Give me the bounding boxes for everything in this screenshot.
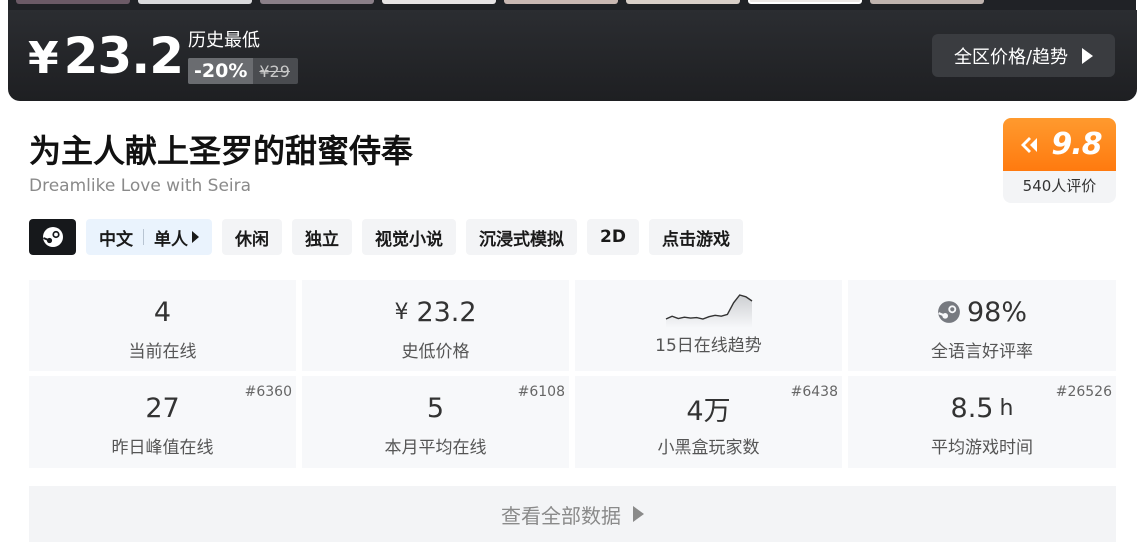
stat-label: 当前在线 xyxy=(128,342,197,362)
stat-label: 小黑盒玩家数 xyxy=(657,438,760,458)
arrow-right-icon xyxy=(633,506,644,522)
stat-lowest-price[interactable]: ¥23.2 史低价格 xyxy=(302,280,569,371)
tag-clicker[interactable]: 点击游戏 xyxy=(648,219,743,255)
stat-value: 5 xyxy=(426,392,445,424)
tag-indie[interactable]: 独立 xyxy=(292,219,352,255)
stat-online-now[interactable]: 4 当前在线 xyxy=(29,280,296,371)
tag-list: 中文 单人 休闲 独立 视觉小说 沉浸式模拟 2D 点击游戏 xyxy=(29,219,743,255)
thumbnail[interactable] xyxy=(504,0,618,4)
stat-online-trend[interactable]: 15日在线趋势 xyxy=(575,280,842,371)
thumbnail[interactable] xyxy=(626,0,740,4)
arrow-right-icon xyxy=(1082,47,1094,64)
score-header: 9.8 xyxy=(1003,118,1116,171)
steam-platform-tag[interactable] xyxy=(29,219,76,255)
stat-label: 平均游戏时间 xyxy=(931,438,1033,458)
game-title: 为主人献上圣罗的甜蜜侍奉 xyxy=(29,132,414,170)
region-price-trend-label: 全区价格/趋势 xyxy=(953,46,1069,68)
stat-avg-playtime[interactable]: #26526 8.5 h 平均游戏时间 xyxy=(848,376,1116,468)
score-review-count: 540人评价 xyxy=(1022,177,1097,195)
heybox-logo-icon xyxy=(1021,136,1038,153)
stat-value: 98% xyxy=(937,296,1027,328)
tag-2d[interactable]: 2D xyxy=(587,219,639,255)
view-all-data-label: 查看全部数据 xyxy=(501,503,621,528)
stat-value: 8.5 h xyxy=(950,392,1014,424)
steam-icon xyxy=(938,301,960,323)
stat-label: 全语言好评率 xyxy=(931,342,1033,362)
stat-label: 15日在线趋势 xyxy=(655,336,762,356)
thumbnail[interactable] xyxy=(138,0,252,4)
divider xyxy=(143,229,144,245)
score-value: 9.8 xyxy=(1051,127,1102,162)
thumbnail[interactable] xyxy=(260,0,374,4)
thumbnail-selected[interactable] xyxy=(748,0,862,4)
stat-value: 4 xyxy=(153,296,172,328)
region-price-trend-button[interactable]: 全区价格/趋势 xyxy=(932,34,1115,77)
price-banner: ¥23.2 历史最低 -20% ¥29 全区价格/趋势 xyxy=(8,10,1137,101)
player-mode-label: 单人 xyxy=(154,229,188,250)
stat-value: 4万 xyxy=(686,395,731,427)
thumbnail[interactable] xyxy=(16,0,130,4)
stat-peak-yesterday[interactable]: #6360 27 昨日峰值在线 xyxy=(29,376,296,468)
score-card[interactable]: 9.8 540人评价 xyxy=(1003,118,1116,203)
stat-rating[interactable]: 98% 全语言好评率 xyxy=(848,280,1116,371)
tag-immersive-sim[interactable]: 沉浸式模拟 xyxy=(466,219,577,255)
online-trend-sparkline xyxy=(665,294,752,328)
stat-value: ¥23.2 xyxy=(394,296,477,328)
discount-badge: -20% ¥29 xyxy=(188,58,298,84)
view-all-data-button[interactable]: 查看全部数据 xyxy=(29,486,1116,542)
tag-visual-novel[interactable]: 视觉小说 xyxy=(362,219,456,255)
language-player-tag[interactable]: 中文 单人 xyxy=(86,219,212,255)
caret-right-icon xyxy=(192,231,199,243)
stat-label: 昨日峰值在线 xyxy=(111,438,214,458)
original-price: ¥29 xyxy=(259,61,290,81)
rank-badge: #6108 xyxy=(517,384,565,400)
tag-casual[interactable]: 休闲 xyxy=(222,219,282,255)
stat-value: 27 xyxy=(145,392,180,424)
discount-percent: -20% xyxy=(188,58,254,84)
rank-badge: #26526 xyxy=(1055,384,1112,400)
thumbnail[interactable] xyxy=(382,0,496,4)
stats-grid: 4 当前在线 ¥23.2 史低价格 15日在线趋势 98% 全语言好评率 #63… xyxy=(29,280,1116,468)
current-price: ¥23.2 xyxy=(28,27,184,85)
rank-badge: #6438 xyxy=(790,384,838,400)
historical-low-label: 历史最低 xyxy=(188,30,260,51)
stat-label: 史低价格 xyxy=(401,342,470,362)
rank-badge: #6360 xyxy=(244,384,292,400)
stat-heybox-players[interactable]: #6438 4万 小黑盒玩家数 xyxy=(575,376,842,468)
game-subtitle: Dreamlike Love with Seira xyxy=(29,176,252,196)
stat-month-average[interactable]: #6108 5 本月平均在线 xyxy=(302,376,569,468)
sparkline-area xyxy=(665,295,752,328)
thumbnail[interactable] xyxy=(870,0,984,4)
stat-label: 本月平均在线 xyxy=(384,438,487,458)
language-label: 中文 xyxy=(99,229,133,250)
steam-icon xyxy=(42,227,63,247)
